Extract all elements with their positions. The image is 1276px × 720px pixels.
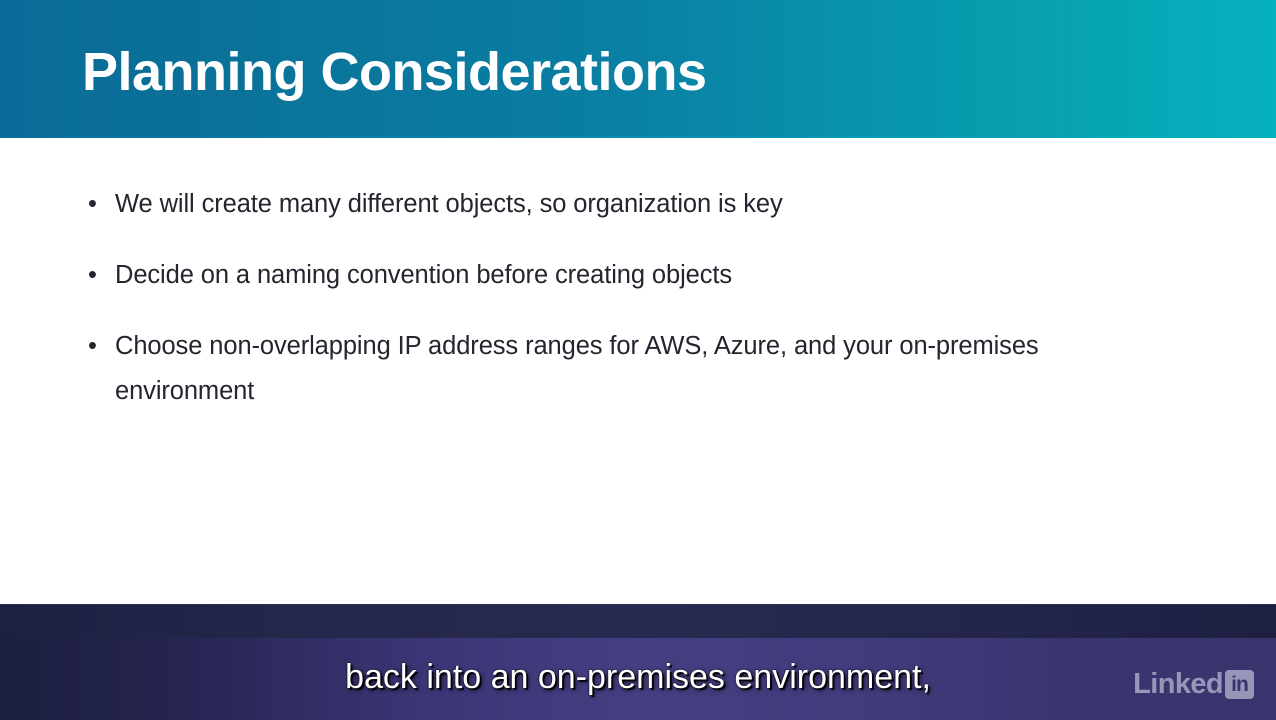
linkedin-in-badge-icon: in [1225,669,1254,699]
list-item-text: Decide on a naming convention before cre… [115,261,733,289]
bullet-marker-icon: • [88,332,97,360]
video-player-screen: Planning Considerations • We will create… [0,0,1276,720]
bullet-marker-icon: • [88,190,97,218]
linkedin-wordmark: Linked [1133,668,1223,700]
page-title: Planning Considerations [82,42,707,102]
player-control-bar[interactable] [0,604,1276,638]
list-item-text: Choose non-overlapping IP address ranges… [115,332,1039,405]
presentation-slide: Planning Considerations • We will create… [0,0,1276,604]
list-item: • We will create many different objects,… [86,182,1086,227]
bullet-marker-icon: • [88,261,97,289]
list-item: • Decide on a naming convention before c… [86,253,1086,298]
caption-text: back into an on-premises environment, [345,658,931,696]
linkedin-logo: Linked in [1133,668,1254,700]
slide-header-banner: Planning Considerations [0,0,1276,138]
list-item-text: We will create many different objects, s… [115,190,783,218]
caption-area: back into an on-premises environment, [0,638,1276,720]
list-item: • Choose non-overlapping IP address rang… [86,324,1086,414]
bullet-list: • We will create many different objects,… [86,182,1086,440]
